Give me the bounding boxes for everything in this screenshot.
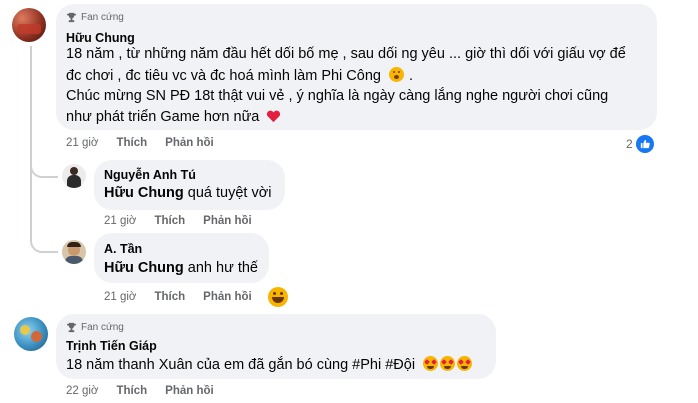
reply-link[interactable]: Phản hồi — [165, 385, 214, 397]
comment-line-text: như phát triển Game hơn nữa — [66, 109, 260, 125]
reply-body: anh hư thế — [187, 260, 258, 276]
reply-time[interactable]: 21 giờ — [104, 215, 136, 227]
fan-badge: Fan cứng — [66, 12, 124, 23]
reply-author[interactable]: Nguyễn Anh Tú — [104, 168, 196, 182]
fan-badge: Fan cứng — [66, 322, 124, 333]
comment-line: đc chơi , đc tiêu vc và đc hoá mình làm … — [66, 67, 413, 84]
comment-line: Chúc mừng SN PĐ 18t thật vui vẻ , ý nghĩ… — [66, 88, 609, 104]
avatar[interactable] — [62, 164, 86, 188]
thread-branch — [30, 170, 58, 253]
reply-meta: 21 giờ Thích Phản hồi — [104, 215, 252, 227]
comment-line: 18 năm thanh Xuân của em đã gắn bó cùng … — [66, 356, 473, 373]
avatar[interactable] — [62, 240, 86, 264]
like-link[interactable]: Thích — [116, 137, 147, 149]
comment-line-text: . — [409, 68, 414, 84]
comment-author[interactable]: Hữu Chung — [66, 31, 135, 45]
thread-line — [30, 46, 32, 176]
comment-meta: 21 giờ Thích Phản hồi — [66, 137, 214, 149]
comment-time[interactable]: 21 giờ — [66, 137, 98, 149]
avatar[interactable] — [12, 8, 46, 42]
heart-eyes-emoji-icon — [422, 356, 473, 373]
like-link[interactable]: Thích — [154, 215, 185, 227]
comment-line: 18 năm , từ những năm đầu hết dối bố mẹ … — [66, 46, 626, 62]
trophy-icon — [66, 322, 77, 333]
reply-meta: 21 giờ Thích Phản hồi — [104, 291, 252, 303]
like-link[interactable]: Thích — [154, 291, 185, 303]
avatar[interactable] — [14, 317, 48, 351]
reply-link[interactable]: Phản hồi — [203, 215, 252, 227]
reply-body: quá tuyệt vời — [187, 185, 272, 201]
reply-link[interactable]: Phản hồi — [165, 137, 214, 149]
red-heart-icon — [267, 110, 281, 123]
mention-link[interactable]: Hữu Chung — [104, 185, 184, 201]
comment-meta: 22 giờ Thích Phản hồi — [66, 385, 214, 397]
comment-author[interactable]: Trịnh Tiến Giáp — [66, 339, 157, 353]
reply-text: Hữu Chung quá tuyệt vời — [104, 185, 271, 201]
reply-author[interactable]: A. Tần — [104, 242, 142, 256]
comment-body: 18 năm thanh Xuân của em đã gắn bó cùng … — [66, 357, 416, 373]
like-reaction-icon — [635, 135, 654, 153]
badge-label: Fan cứng — [81, 322, 124, 333]
comment-line: như phát triển Game hơn nữa — [66, 109, 281, 125]
grinning-face-emoji-icon — [268, 287, 288, 307]
reply-link[interactable]: Phản hồi — [203, 291, 252, 303]
shocked-face-emoji-icon — [389, 67, 404, 82]
reaction-count[interactable]: 2 — [626, 135, 654, 153]
trophy-icon — [66, 12, 77, 23]
like-link[interactable]: Thích — [116, 385, 147, 397]
mention-link[interactable]: Hữu Chung — [104, 260, 184, 276]
badge-label: Fan cứng — [81, 12, 124, 23]
comment-line-text: đc chơi , đc tiêu vc và đc hoá mình làm … — [66, 68, 381, 84]
comment-time[interactable]: 22 giờ — [66, 385, 98, 397]
reply-time[interactable]: 21 giờ — [104, 291, 136, 303]
reply-text: Hữu Chung anh hư thế — [104, 260, 258, 276]
reaction-count-value: 2 — [626, 137, 633, 151]
